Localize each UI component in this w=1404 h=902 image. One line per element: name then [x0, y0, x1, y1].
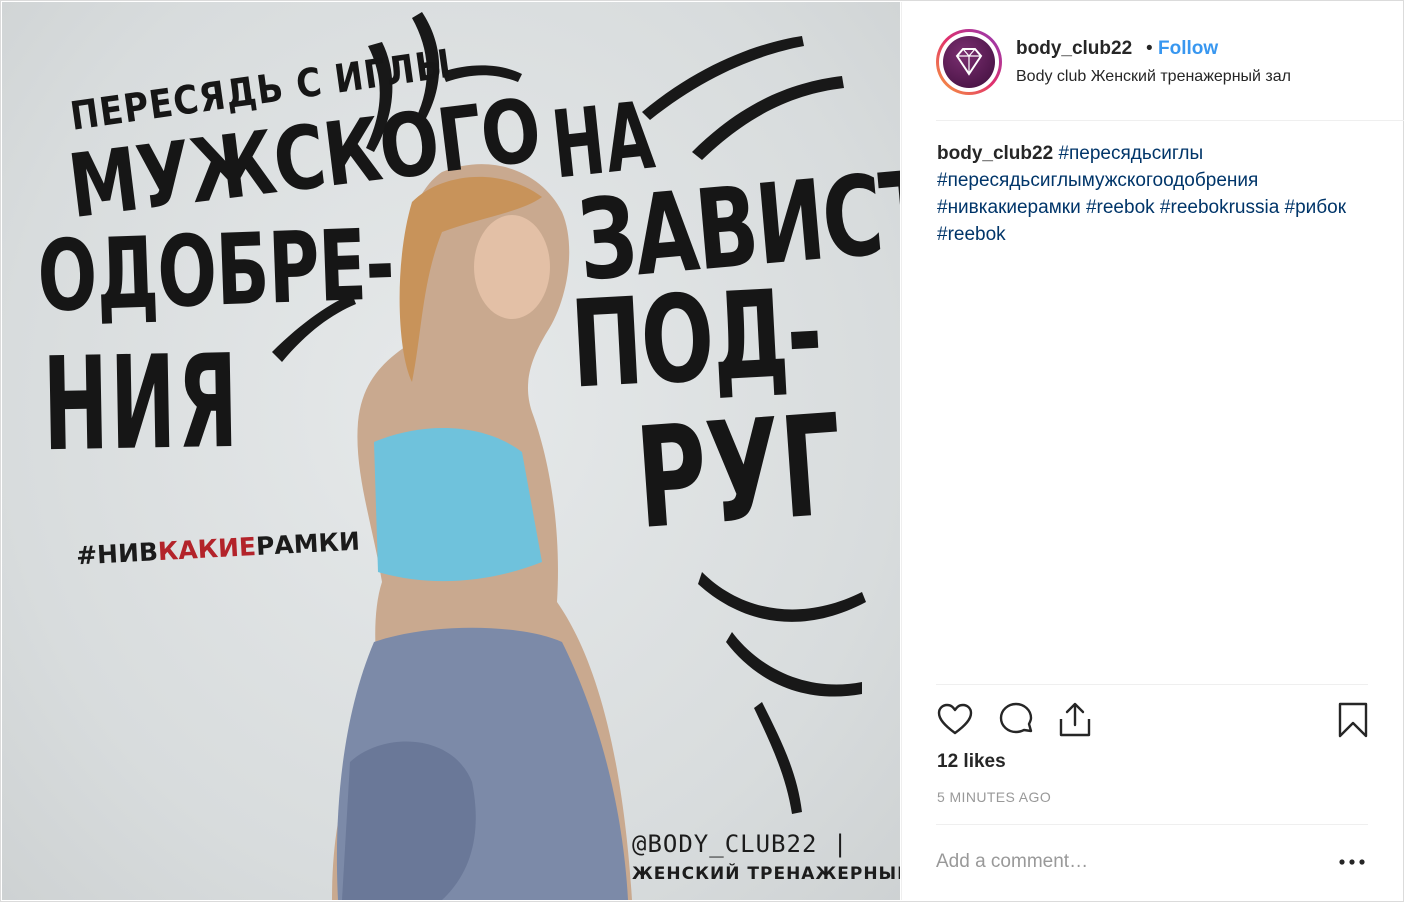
poster-right-line-4: РУГ	[631, 384, 848, 561]
heart-icon[interactable]	[936, 701, 974, 739]
subject-face	[474, 215, 550, 319]
brush-stroke	[442, 65, 522, 82]
brush-stroke	[692, 76, 844, 160]
follow-button[interactable]: Follow	[1158, 38, 1218, 60]
bookmark-icon[interactable]	[1334, 701, 1372, 739]
comment-icon[interactable]	[998, 701, 1036, 739]
brush-stroke	[698, 572, 866, 622]
header-separator: •	[1146, 38, 1153, 59]
caption-username[interactable]: body_club22	[937, 143, 1053, 164]
comment-input[interactable]	[936, 847, 1316, 877]
header-username[interactable]: body_club22	[1016, 38, 1132, 60]
post-caption: body_club22 #пересядьсиглы #пересядьсигл…	[937, 140, 1377, 248]
poster-hashtag-suffix: РАМКИ	[255, 526, 361, 561]
caption-hashtag[interactable]: #нивкакиерамки	[937, 197, 1081, 218]
avatar[interactable]	[936, 29, 1002, 95]
location-link[interactable]: Body club Женский тренажерный зал	[1016, 68, 1291, 86]
poster-hashtag-red: КАКИЕ	[157, 532, 257, 567]
caption-hashtag[interactable]: #reebok	[1086, 197, 1155, 218]
caption-hashtag[interactable]: #пересядьсиглы	[1058, 143, 1203, 164]
comment-bar	[936, 824, 1368, 901]
poster-hashtag-prefix: #НИВ	[75, 537, 159, 571]
more-options-icon[interactable]	[1336, 847, 1368, 877]
poster-subhandle: ЖЕНСКИЙ ТРЕНАЖЕРНЫЙ ЗАЛ	[632, 864, 900, 884]
subject-leggings-shade	[342, 741, 476, 900]
post-header: body_club22 • Follow Body club Женский т…	[936, 2, 1404, 121]
poster-handle: @BODY_CLUB22 |	[632, 830, 849, 858]
brush-stroke	[754, 702, 802, 814]
poster-right-line-3: ПОД-	[567, 263, 824, 417]
caption-hashtag[interactable]: #пересядьсиглымужскогоодобрения	[937, 170, 1258, 191]
likes-count[interactable]: 12 likes	[937, 751, 1006, 773]
post-timestamp[interactable]: 5 MINUTES AGO	[937, 789, 1051, 805]
post-frame: ПЕРЕСЯДЬ С ИГЛЫ МУЖСКОГО ОДОБРЕ- НИЯ НА …	[0, 0, 1404, 902]
brush-stroke	[726, 632, 862, 697]
poster-left-line-3: ОДОБРЕ-	[35, 207, 396, 335]
subject-top	[374, 428, 542, 582]
poster-left-line-4: НИЯ	[41, 328, 242, 481]
caption-hashtag[interactable]: #reebokrussia	[1160, 197, 1279, 218]
caption-hashtag[interactable]: #reebok	[937, 224, 1006, 245]
post-image[interactable]: ПЕРЕСЯДЬ С ИГЛЫ МУЖСКОГО ОДОБРЕ- НИЯ НА …	[2, 2, 900, 900]
caption-hashtag[interactable]: #рибок	[1285, 197, 1347, 218]
share-icon[interactable]	[1056, 701, 1094, 739]
diamond-logo-icon	[943, 36, 995, 88]
post-sidebar: body_club22 • Follow Body club Женский т…	[901, 2, 1404, 900]
action-bar	[936, 684, 1368, 753]
brush-stroke	[642, 36, 804, 120]
